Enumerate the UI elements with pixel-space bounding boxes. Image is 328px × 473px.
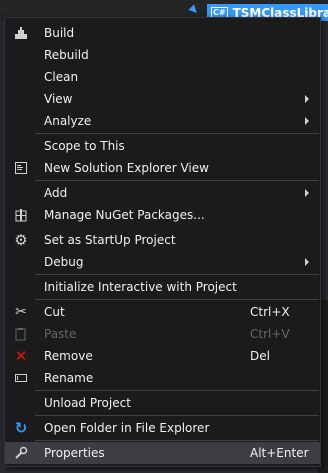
menu-item-add[interactable]: Add [5, 182, 320, 204]
menu-separator [35, 415, 319, 416]
menu-item-cut[interactable]: ✂ Cut Ctrl+X [5, 301, 320, 323]
submenu-arrow-icon [305, 117, 309, 125]
menu-item-set-startup[interactable]: ⚙ Set as StartUp Project [5, 229, 320, 251]
menu-item-build[interactable]: Build [5, 22, 320, 44]
menu-item-label: View [44, 92, 73, 106]
menu-item-manage-nuget[interactable]: Manage NuGet Packages... [5, 204, 320, 226]
scissors-icon: ✂ [15, 304, 27, 320]
menu-item-paste: Paste Ctrl+V [5, 323, 320, 345]
menu-item-scope-to-this[interactable]: Scope to This [5, 135, 320, 157]
submenu-arrow-icon [305, 189, 309, 197]
refresh-arrow-icon: ↻ [14, 419, 28, 437]
paste-icon [13, 326, 29, 342]
menu-item-rename[interactable]: Rename [5, 367, 320, 389]
menu-item-debug[interactable]: Debug [5, 251, 320, 273]
wrench-icon [13, 445, 29, 461]
menu-item-label: Clean [44, 70, 79, 84]
menu-item-label: Scope to This [44, 139, 125, 153]
remove-icon: ✕ [14, 347, 28, 365]
menu-item-label: Set as StartUp Project [44, 233, 176, 247]
menu-separator [35, 133, 319, 134]
menu-item-label: Rebuild [44, 48, 89, 62]
nuget-icon [13, 207, 29, 223]
menu-item-label: Properties [44, 446, 105, 460]
menu-item-new-solution-explorer-view[interactable]: New Solution Explorer View [5, 157, 320, 179]
menu-item-label: New Solution Explorer View [44, 161, 209, 175]
submenu-arrow-icon [305, 95, 309, 103]
menu-item-label: Remove [44, 349, 93, 363]
menu-item-analyze[interactable]: Analyze [5, 110, 320, 132]
menu-item-label: Manage NuGet Packages... [44, 208, 205, 222]
menu-item-properties[interactable]: Properties Alt+Enter [5, 442, 320, 464]
shortcut-label: Del [250, 349, 270, 363]
menu-item-label: Initialize Interactive with Project [44, 280, 237, 294]
new-view-icon [13, 160, 29, 176]
menu-item-label: Add [44, 186, 68, 200]
menu-item-unload-project[interactable]: Unload Project [5, 392, 320, 414]
menu-item-clean[interactable]: Clean [5, 66, 320, 88]
menu-item-label: Analyze [44, 114, 92, 128]
menu-item-rebuild[interactable]: Rebuild [5, 44, 320, 66]
shortcut-label: Alt+Enter [250, 446, 309, 460]
menu-item-remove[interactable]: ✕ Remove Del [5, 345, 320, 367]
menu-item-label: Debug [44, 255, 84, 269]
gear-icon: ⚙ [14, 231, 28, 249]
menu-separator [35, 440, 319, 441]
menu-item-view[interactable]: View [5, 88, 320, 110]
build-icon [13, 25, 29, 41]
menu-item-label: Paste [44, 327, 77, 341]
menu-separator [35, 274, 319, 275]
menu-separator [35, 299, 319, 300]
menu-item-label: Build [44, 26, 75, 40]
menu-item-label: Unload Project [44, 396, 131, 410]
menu-item-label: Open Folder in File Explorer [44, 421, 210, 435]
context-menu: Build Rebuild Clean View Analyze Scope t… [4, 17, 321, 467]
submenu-arrow-icon [305, 258, 309, 266]
menu-item-initialize-interactive[interactable]: Initialize Interactive with Project [5, 276, 320, 298]
menu-separator [35, 180, 319, 181]
menu-item-open-folder[interactable]: ↻ Open Folder in File Explorer [5, 417, 320, 439]
menu-item-label: Rename [44, 371, 94, 385]
rename-icon [13, 370, 29, 386]
shortcut-label: Ctrl+V [250, 327, 290, 341]
menu-item-label: Cut [44, 305, 65, 319]
shortcut-label: Ctrl+X [250, 305, 290, 319]
menu-separator [35, 390, 319, 391]
